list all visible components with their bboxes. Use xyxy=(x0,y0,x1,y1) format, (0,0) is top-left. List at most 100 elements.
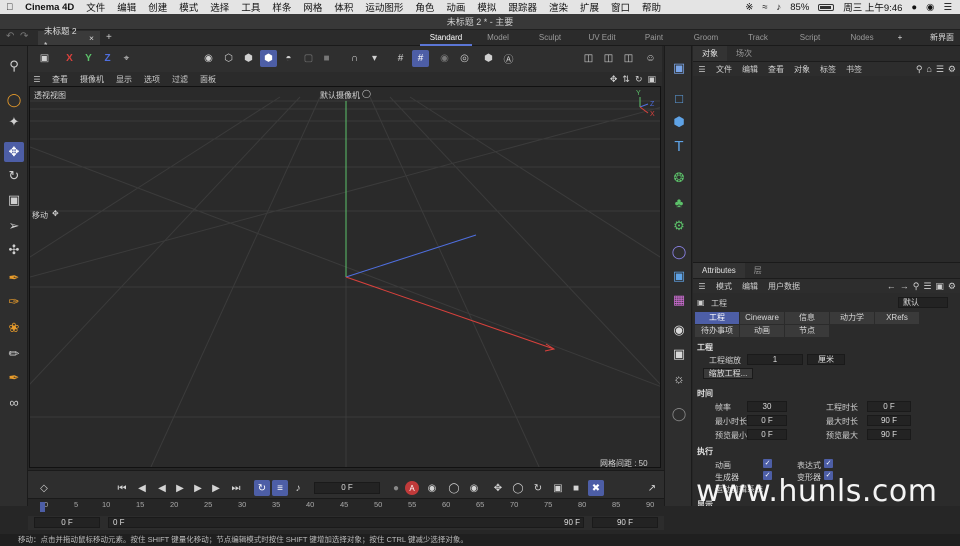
back-arrow-icon[interactable]: ← xyxy=(887,279,896,293)
viewport-menu-display[interactable]: 显示 xyxy=(110,74,138,85)
bluetooth-icon[interactable]: ※ xyxy=(745,2,753,13)
tab-attributes[interactable]: Attributes xyxy=(693,263,745,278)
attr-menu-userdata[interactable]: 用户数据 xyxy=(763,281,805,292)
redo-icon[interactable]: ↷ xyxy=(20,31,28,42)
tab-info[interactable]: 信息 xyxy=(785,312,829,324)
object-menu-view[interactable]: 查看 xyxy=(763,64,789,75)
orbit-icon[interactable]: ↻ xyxy=(635,72,643,86)
camera-name[interactable]: 默认摄像机 xyxy=(320,90,360,101)
tab-dynamics[interactable]: 动力学 xyxy=(830,312,874,324)
layout-groom[interactable]: Groom xyxy=(680,30,732,46)
next-key-icon[interactable]: ▶ xyxy=(208,480,224,496)
motion-clip-icon[interactable]: ▣ xyxy=(550,480,566,496)
tab-todo[interactable]: 待办事项 xyxy=(695,325,739,337)
menu-tracker[interactable]: 跟踪器 xyxy=(502,0,543,14)
menu-volume[interactable]: 体积 xyxy=(328,0,359,14)
layout-nodes[interactable]: Nodes xyxy=(836,30,888,46)
x-axis-lock[interactable]: X xyxy=(61,50,78,67)
object-menu-file[interactable]: 文件 xyxy=(711,64,737,75)
key-pla-icon[interactable]: ↻ xyxy=(530,480,546,496)
render-settings-icon[interactable]: ◫ xyxy=(620,50,637,67)
menu-character[interactable]: 角色 xyxy=(409,0,440,14)
add-layout-icon[interactable]: + xyxy=(888,30,912,46)
key-position-icon[interactable]: ◯ xyxy=(446,480,462,496)
object-menu-object[interactable]: 对象 xyxy=(789,64,815,75)
menu-mode[interactable]: 模式 xyxy=(173,0,204,14)
loop-icon[interactable]: ↻ xyxy=(254,480,270,496)
f-curve-icon[interactable]: ↗ xyxy=(644,480,660,496)
playback-rate-icon[interactable]: ≡ xyxy=(272,480,288,496)
layout-sculpt[interactable]: Sculpt xyxy=(524,30,576,46)
project-scale-field[interactable]: 1 xyxy=(747,354,803,365)
current-frame-field[interactable]: 0 F xyxy=(314,482,380,494)
keyframe-diamond-icon[interactable]: ◇ xyxy=(36,480,52,496)
control-center-icon[interactable]: ☰ xyxy=(943,2,952,13)
viewport-menu-view[interactable]: 查看 xyxy=(46,74,74,85)
y-axis-lock[interactable]: Y xyxy=(80,50,97,67)
document-tab[interactable]: 未标题 2 * × xyxy=(38,26,100,50)
settings-icon[interactable]: ⚙ xyxy=(948,62,956,76)
new-ui-layout[interactable]: 新界面 xyxy=(930,30,954,46)
layout-track[interactable]: Track xyxy=(732,30,784,46)
search-icon[interactable]: ⚲ xyxy=(913,279,920,293)
key-rotation-icon[interactable]: ◉ xyxy=(466,480,482,496)
clock[interactable]: 周三 上午9:46 xyxy=(843,0,902,14)
tab-nodes[interactable]: 节点 xyxy=(785,325,829,337)
symmetry-icon[interactable]: ◉ xyxy=(436,50,453,67)
project-scale-unit[interactable]: 厘米 xyxy=(807,354,845,365)
animation-checkbox[interactable]: ✓ xyxy=(763,459,772,468)
app-menu[interactable]: Cinema 4D xyxy=(19,2,80,13)
render-tag-icon[interactable]: ◯ xyxy=(669,404,689,424)
polygons-mode-icon[interactable]: ⬢ xyxy=(240,50,257,67)
knife-tool-icon[interactable]: ✒ xyxy=(4,368,24,388)
menu-spline[interactable]: 样条 xyxy=(266,0,297,14)
scale-project-button[interactable]: 缩放工程... xyxy=(703,368,753,379)
tab-project[interactable]: 工程 xyxy=(695,312,739,324)
scale-tool-icon[interactable]: ▣ xyxy=(4,190,24,210)
key-parameter-icon[interactable]: ◯ xyxy=(510,480,526,496)
cube-object-icon[interactable]: ⬢ xyxy=(669,112,689,132)
tab-xrefs[interactable]: XRefs xyxy=(875,312,919,324)
texture-mode-icon[interactable]: ▢ xyxy=(300,50,317,67)
attributes-menu-icon[interactable]: ☰ xyxy=(693,282,711,291)
duration-field[interactable]: 0 F xyxy=(867,401,911,412)
snap-settings-icon[interactable]: ▾ xyxy=(366,50,383,67)
user-icon[interactable]: ● xyxy=(911,2,917,13)
null-object-icon[interactable]: □ xyxy=(669,88,689,108)
magnet-tool-icon[interactable]: ✦ xyxy=(4,112,24,132)
tab-animation[interactable]: 动画 xyxy=(740,325,784,337)
playhead[interactable] xyxy=(40,502,45,512)
menu-mograph[interactable]: 运动图形 xyxy=(359,0,409,14)
layout-uv-edit[interactable]: UV Edit xyxy=(576,30,628,46)
preview-min-field[interactable]: 0 F xyxy=(747,429,787,440)
object-menu-tags[interactable]: 标签 xyxy=(815,64,841,75)
previous-frame-icon[interactable]: ◀ xyxy=(154,480,170,496)
viewport-solo-icon[interactable]: ☺ xyxy=(642,50,659,67)
tab-takes[interactable]: 场次 xyxy=(727,46,761,61)
wifi-icon[interactable]: ≈ xyxy=(762,2,767,13)
spline-smooth-icon[interactable]: ❀ xyxy=(4,318,24,338)
brush-icon[interactable]: ✏ xyxy=(4,344,24,364)
search-icon[interactable]: ⚲ xyxy=(4,56,24,76)
max-time-field[interactable]: 90 F xyxy=(867,415,911,426)
play-icon[interactable]: ▶ xyxy=(172,480,188,496)
menu-mesh[interactable]: 网格 xyxy=(297,0,328,14)
tab-cineware[interactable]: Cineware xyxy=(740,312,784,324)
field-icon[interactable]: ▣ xyxy=(669,266,689,286)
edges-mode-icon[interactable]: ⬡ xyxy=(220,50,237,67)
mode-select[interactable]: 默认 xyxy=(898,297,948,308)
viewport-menu-filter[interactable]: 过滤 xyxy=(166,74,194,85)
light-icon[interactable]: ☼ xyxy=(669,368,689,388)
grid-snap-icon[interactable]: # xyxy=(412,50,429,67)
menu-help[interactable]: 帮助 xyxy=(636,0,667,14)
go-to-end-icon[interactable]: ⏭ xyxy=(228,480,244,496)
menu-tools[interactable]: 工具 xyxy=(235,0,266,14)
camera-object-icon[interactable]: ▣ xyxy=(669,58,689,78)
range-end-field[interactable]: 90 F xyxy=(592,517,658,528)
volume-builder-icon[interactable]: ▦ xyxy=(669,290,689,310)
search-icon[interactable]: ⚲ xyxy=(916,62,923,76)
spline-sketch-icon[interactable]: ✑ xyxy=(4,292,24,312)
environment-icon[interactable]: ◉ xyxy=(669,320,689,340)
live-selection-icon[interactable]: ◯ xyxy=(4,90,24,110)
cloner-icon[interactable]: ♣ xyxy=(669,192,689,212)
